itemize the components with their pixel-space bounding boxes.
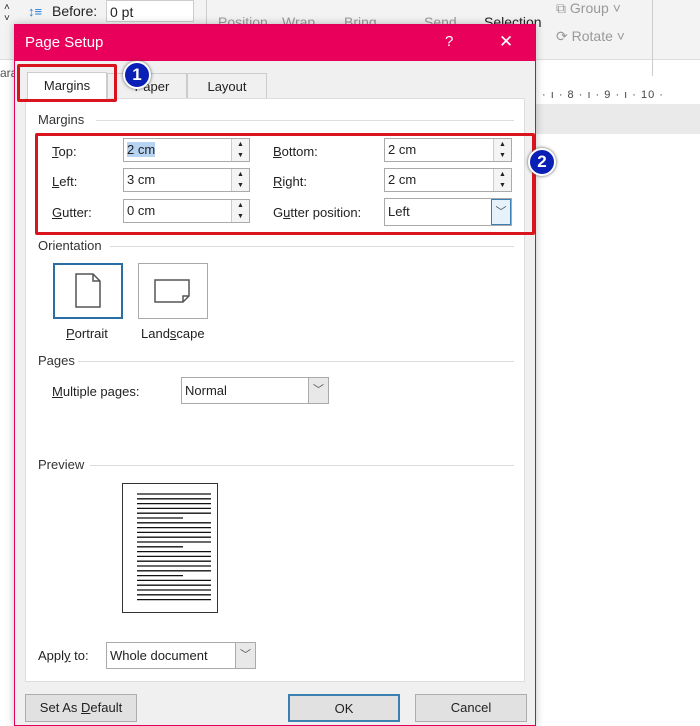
preview-lines <box>137 493 211 601</box>
step1-badge: 1 <box>123 61 151 89</box>
margins-heading: Margins <box>38 112 85 127</box>
apply-to-label: Apply to: <box>38 648 89 663</box>
landscape-label: Landscape <box>141 326 205 341</box>
before-spacing-input[interactable]: 0 pt <box>106 0 194 22</box>
orientation-heading: Orientation <box>38 238 102 253</box>
ok-button[interactable]: OK <box>288 694 400 722</box>
portrait-button[interactable] <box>53 263 123 319</box>
step2-badge: 2 <box>528 148 556 176</box>
group-button[interactable]: ⧉ Group ˅ <box>556 0 621 17</box>
rotate-button[interactable]: ⟳ Rotate ˅ <box>556 28 625 45</box>
dialog-title: Page Setup <box>25 34 104 51</box>
spacing-before-icon: ↕≡ <box>28 4 43 19</box>
dialog-title-bar: Page Setup ? ✕ <box>15 25 535 61</box>
pages-heading: Pages <box>38 353 75 368</box>
landscape-button[interactable] <box>138 263 208 319</box>
multiple-pages-select[interactable]: Normal ﹀ <box>181 377 329 404</box>
landscape-page-icon <box>154 279 190 303</box>
tab-layout[interactable]: Layout <box>187 73 267 99</box>
portrait-label: Portrait <box>66 326 108 341</box>
apply-to-select[interactable]: Whole document ﹀ <box>106 642 256 669</box>
chevron-down-icon[interactable]: ﹀ <box>235 643 255 668</box>
multiple-pages-label: Multiple pages: <box>52 384 140 399</box>
step2-highlight <box>35 133 535 235</box>
page-preview <box>122 483 218 613</box>
page-setup-dialog: Page Setup ? ✕ Margins Paper Layout 1 Ma… <box>14 24 556 726</box>
before-label: Before: <box>52 3 98 19</box>
portrait-page-icon <box>75 273 101 308</box>
close-button[interactable]: ✕ <box>499 32 513 52</box>
cancel-button[interactable]: Cancel <box>415 694 527 722</box>
horizontal-ruler[interactable]: · ı · 8 · ı · 9 · ı · 10 · <box>536 86 700 104</box>
step1-highlight <box>17 64 117 102</box>
help-button[interactable]: ? <box>445 33 453 50</box>
spinner-arrows-icon[interactable]: ˄ ˅ <box>4 2 10 24</box>
set-as-default-button[interactable]: Set As Default <box>25 694 137 722</box>
chevron-down-icon[interactable]: ﹀ <box>308 378 328 403</box>
document-margin-area <box>536 104 700 134</box>
preview-heading: Preview <box>38 457 85 472</box>
